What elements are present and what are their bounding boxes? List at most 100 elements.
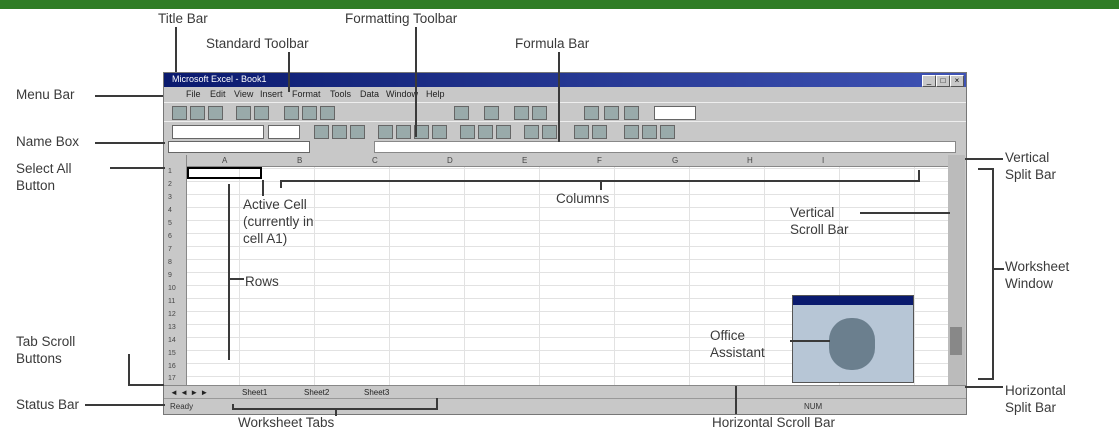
row-header[interactable]: 11 [168, 298, 175, 305]
align-center-icon[interactable] [396, 125, 411, 139]
row-header[interactable]: 2 [168, 181, 172, 188]
office-assistant[interactable] [792, 295, 914, 383]
maximize-icon[interactable]: □ [936, 75, 950, 87]
row-header[interactable]: 15 [168, 350, 176, 357]
row-header[interactable]: 8 [168, 259, 172, 266]
column-header[interactable]: G [672, 156, 678, 165]
copy-icon[interactable] [302, 106, 317, 120]
font-size-select[interactable] [268, 125, 300, 139]
decrease-decimal-icon[interactable] [542, 125, 557, 139]
chart-icon[interactable] [584, 106, 599, 120]
underline-icon[interactable] [350, 125, 365, 139]
italic-icon[interactable] [332, 125, 347, 139]
comma-icon[interactable] [496, 125, 511, 139]
vertical-scroll-thumb[interactable] [950, 327, 962, 355]
leader-line [600, 180, 602, 190]
row-header[interactable]: 13 [168, 324, 176, 331]
row-header[interactable]: 17 [168, 375, 176, 382]
label-office-assistant: Office Assistant [710, 327, 765, 361]
row-header[interactable]: 5 [168, 220, 172, 227]
hyperlink-icon[interactable] [454, 106, 469, 120]
column-header[interactable]: D [447, 156, 453, 165]
row-header[interactable]: 1 [168, 168, 172, 175]
sum-icon[interactable] [484, 106, 499, 120]
row-header[interactable]: 16 [168, 363, 176, 370]
assistant-title-bar [793, 296, 913, 305]
percent-icon[interactable] [478, 125, 493, 139]
menu-tools[interactable]: Tools [330, 89, 351, 99]
column-header[interactable]: F [597, 156, 602, 165]
map-icon[interactable] [604, 106, 619, 120]
sheet-tab[interactable]: Sheet2 [304, 388, 329, 397]
align-left-icon[interactable] [378, 125, 393, 139]
menu-window[interactable]: Window [386, 89, 418, 99]
indent-icon[interactable] [574, 125, 589, 139]
row-header[interactable]: 12 [168, 311, 176, 318]
menu-format[interactable]: Format [292, 89, 321, 99]
font-select[interactable] [172, 125, 264, 139]
column-header[interactable]: B [297, 156, 302, 165]
menu-help[interactable]: Help [426, 89, 445, 99]
new-icon[interactable] [172, 106, 187, 120]
name-box[interactable] [168, 141, 310, 153]
top-accent-bar [0, 0, 1119, 9]
sort-asc-icon[interactable] [514, 106, 529, 120]
formula-bar [164, 139, 966, 153]
row-header[interactable]: 3 [168, 194, 172, 201]
menu-insert[interactable]: Insert [260, 89, 283, 99]
leader-line [262, 180, 264, 196]
column-header[interactable]: A [222, 156, 227, 165]
row-header[interactable]: 10 [168, 285, 176, 292]
row-header[interactable]: 9 [168, 272, 172, 279]
column-header[interactable]: E [522, 156, 527, 165]
tab-scroll-buttons[interactable]: ◄ ◄ ► ► [170, 388, 208, 397]
window-title: Microsoft Excel - Book1 [172, 74, 267, 84]
paste-icon[interactable] [320, 106, 335, 120]
zoom-select[interactable] [654, 106, 696, 120]
row-header[interactable]: 7 [168, 246, 172, 253]
leader-line [735, 386, 737, 414]
formula-input[interactable] [374, 141, 956, 153]
vertical-scroll-bar[interactable] [948, 155, 965, 385]
leader-line [110, 167, 165, 169]
leader-line [415, 27, 417, 137]
label-tab-scroll: Tab Scroll Buttons [16, 333, 75, 367]
leader-line [228, 184, 230, 360]
drawing-icon[interactable] [624, 106, 639, 120]
row-header[interactable]: 6 [168, 233, 172, 240]
sort-desc-icon[interactable] [532, 106, 547, 120]
minimize-icon[interactable]: _ [922, 75, 936, 87]
font-color-icon[interactable] [660, 125, 675, 139]
menu-data[interactable]: Data [360, 89, 379, 99]
menu-view[interactable]: View [234, 89, 253, 99]
column-header[interactable]: I [822, 156, 824, 165]
fill-color-icon[interactable] [642, 125, 657, 139]
preview-icon[interactable] [254, 106, 269, 120]
increase-decimal-icon[interactable] [524, 125, 539, 139]
cut-icon[interactable] [284, 106, 299, 120]
menu-bar: File Edit View Insert Format Tools Data … [164, 87, 966, 101]
outdent-icon[interactable] [592, 125, 607, 139]
close-icon[interactable]: × [950, 75, 964, 87]
row-header[interactable]: 14 [168, 337, 176, 344]
print-icon[interactable] [236, 106, 251, 120]
menu-file[interactable]: File [186, 89, 201, 99]
currency-icon[interactable] [460, 125, 475, 139]
menu-edit[interactable]: Edit [210, 89, 226, 99]
active-cell-a1[interactable] [187, 167, 262, 179]
row-headers: 1 2 3 4 5 6 7 8 9 10 11 12 13 14 15 16 1… [164, 155, 187, 385]
column-header[interactable]: C [372, 156, 378, 165]
row-header[interactable]: 4 [168, 207, 172, 214]
column-header[interactable]: H [747, 156, 753, 165]
bold-icon[interactable] [314, 125, 329, 139]
open-icon[interactable] [190, 106, 205, 120]
sheet-tab[interactable]: Sheet3 [364, 388, 389, 397]
sheet-tab[interactable]: Sheet1 [242, 388, 267, 397]
merge-icon[interactable] [432, 125, 447, 139]
borders-icon[interactable] [624, 125, 639, 139]
save-icon[interactable] [208, 106, 223, 120]
leader-line [965, 386, 1003, 388]
label-select-all: Select All Button [16, 160, 72, 194]
leader-line [992, 168, 994, 380]
leader-line [128, 354, 130, 386]
